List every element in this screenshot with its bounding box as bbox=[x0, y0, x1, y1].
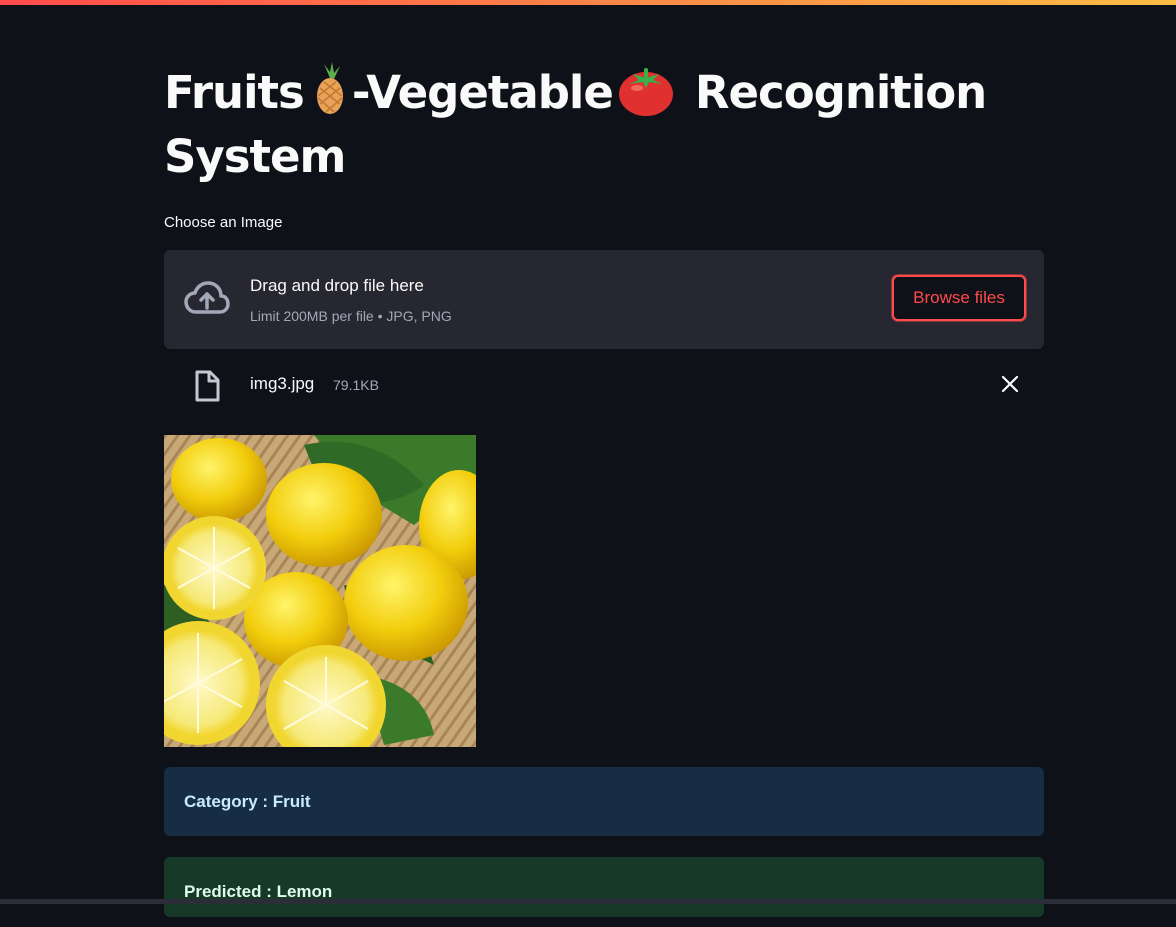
category-result: Category : Fruit bbox=[164, 767, 1044, 836]
title-part-fruits: Fruits bbox=[164, 66, 305, 119]
prediction-result: Predicted : Lemon bbox=[164, 857, 1044, 917]
pineapple-icon bbox=[316, 62, 343, 114]
cloud-upload-icon bbox=[184, 281, 230, 314]
uploaded-image-preview bbox=[164, 435, 476, 747]
lemons-image bbox=[164, 435, 476, 747]
page-title: Fruits -Vegetable Recognition System bbox=[164, 60, 1044, 189]
tomato-icon bbox=[618, 68, 673, 116]
file-icon bbox=[195, 370, 220, 402]
bottom-divider bbox=[0, 899, 1176, 904]
uploader-label: Choose an Image bbox=[164, 214, 283, 231]
uploaded-file-name: img3.jpg bbox=[250, 374, 315, 393]
close-icon[interactable] bbox=[1000, 374, 1020, 394]
dropzone-instruction: Drag and drop file here bbox=[250, 276, 424, 295]
uploaded-file-row: img3.jpg 79.1KB bbox=[164, 358, 1044, 414]
dropzone-limit-text: Limit 200MB per file • JPG, PNG bbox=[250, 308, 452, 324]
uploaded-file-size: 79.1KB bbox=[333, 377, 379, 393]
header-decoration-bar bbox=[0, 0, 1176, 5]
file-dropzone[interactable]: Drag and drop file here Limit 200MB per … bbox=[164, 250, 1044, 349]
browse-files-button[interactable]: Browse files bbox=[892, 275, 1026, 321]
title-part-vegetable: -Vegetable bbox=[351, 66, 614, 119]
